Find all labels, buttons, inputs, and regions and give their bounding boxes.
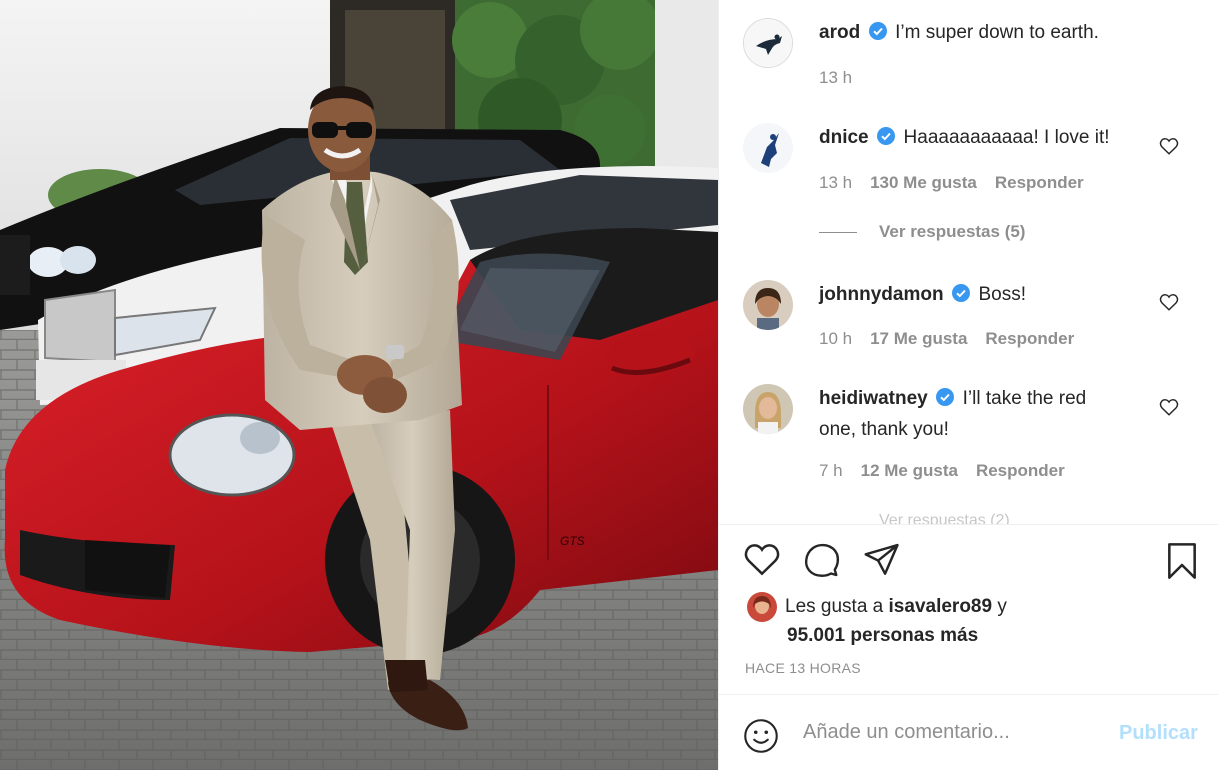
comment-likes[interactable]: 17 Me gusta	[870, 329, 967, 349]
dnice-avatar-icon	[743, 123, 793, 173]
comment: heidiwatney I’ll take the red one, thank…	[819, 385, 1119, 445]
post-image: GTS	[0, 0, 718, 770]
comment-text: Haaaaaaaaaaa! I love it!	[903, 127, 1110, 148]
verified-badge-icon	[877, 127, 896, 155]
reply-button[interactable]: Responder	[995, 173, 1084, 193]
caption-text: I’m super down to earth.	[895, 22, 1099, 43]
heidiwatney-avatar-icon	[743, 384, 793, 434]
view-replies-button-faded[interactable]: Ver respuestas (2)	[879, 512, 1010, 524]
post-side-panel: arod I’m super down to earth. 13 h dnice…	[718, 0, 1218, 770]
comment: johnnydamon Boss!	[819, 281, 1119, 312]
comment-avatar[interactable]	[743, 384, 793, 434]
reply-button[interactable]: Responder	[985, 329, 1074, 349]
divider	[719, 524, 1218, 525]
likes-count[interactable]: 95.001 personas más	[747, 622, 1187, 650]
verified-badge-icon	[936, 388, 955, 416]
caption: arod I’m super down to earth.	[819, 19, 1119, 50]
add-comment-bar: Publicar	[719, 694, 1218, 770]
post-timestamp[interactable]: HACE 13 HORAS	[745, 660, 861, 676]
publish-button[interactable]: Publicar	[1119, 722, 1198, 745]
like-comment-heart-icon[interactable]	[1159, 137, 1179, 160]
comment-bubble-icon[interactable]	[803, 542, 841, 583]
comments-list[interactable]: arod I’m super down to earth. 13 h dnice…	[719, 0, 1218, 524]
comment-avatar[interactable]	[743, 280, 793, 330]
comment-likes[interactable]: 130 Me gusta	[870, 173, 977, 193]
likes-prefix: Les gusta a	[785, 596, 884, 618]
comment-time[interactable]: 7 h	[819, 461, 843, 481]
save-bookmark-icon[interactable]	[1165, 542, 1199, 585]
share-direct-icon[interactable]	[863, 542, 901, 581]
post-photo[interactable]: GTS	[0, 0, 718, 770]
johnnydamon-avatar-icon	[743, 280, 793, 330]
comment-username[interactable]: heidiwatney	[819, 388, 928, 409]
author-avatar[interactable]	[743, 18, 793, 68]
caption-time[interactable]: 13 h	[819, 68, 852, 88]
likes-conj: y	[997, 596, 1007, 618]
caption-meta: 13 h	[819, 68, 852, 88]
like-comment-heart-icon[interactable]	[1159, 398, 1179, 421]
liker-username[interactable]: isavalero89	[889, 596, 993, 617]
comment-username[interactable]: dnice	[819, 127, 869, 148]
view-replies-label: Ver respuestas (5)	[879, 222, 1026, 241]
comment: dnice Haaaaaaaaaaa! I love it!	[819, 124, 1119, 155]
comment-meta: 7 h 12 Me gusta Responder	[819, 461, 1065, 481]
isavalero89-avatar-icon	[747, 592, 777, 622]
like-heart-icon[interactable]	[743, 542, 781, 581]
comment-text: Boss!	[978, 284, 1026, 305]
comment-username[interactable]: johnnydamon	[819, 284, 944, 305]
comment-likes[interactable]: 12 Me gusta	[861, 461, 958, 481]
comment-time[interactable]: 13 h	[819, 173, 852, 193]
caption-username[interactable]: arod	[819, 22, 860, 43]
car-badge: GTS	[560, 534, 585, 548]
arod-logo-icon	[744, 19, 792, 67]
like-comment-heart-icon[interactable]	[1159, 293, 1179, 316]
verified-badge-icon	[868, 22, 887, 50]
post-action-bar	[743, 540, 1203, 584]
liker-avatar[interactable]	[747, 592, 777, 622]
reply-button[interactable]: Responder	[976, 461, 1065, 481]
replies-divider	[819, 231, 857, 233]
emoji-smile-icon[interactable]	[743, 718, 779, 759]
comment-meta: 10 h 17 Me gusta Responder	[819, 329, 1074, 349]
comment-input[interactable]	[803, 716, 1103, 748]
verified-badge-icon	[952, 284, 971, 312]
comment-meta: 13 h 130 Me gusta Responder	[819, 173, 1084, 193]
view-replies-button[interactable]: Ver respuestas (5)	[819, 222, 1025, 242]
comment-time[interactable]: 10 h	[819, 329, 852, 349]
likes-summary: Les gusta a isavalero89 y 95.001 persona…	[747, 592, 1187, 650]
comment-avatar[interactable]	[743, 123, 793, 173]
